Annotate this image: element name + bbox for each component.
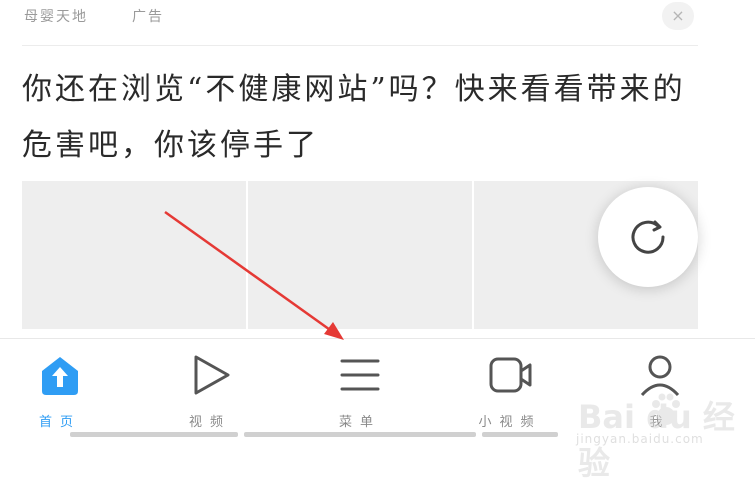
annotation-arrow bbox=[164, 210, 344, 340]
